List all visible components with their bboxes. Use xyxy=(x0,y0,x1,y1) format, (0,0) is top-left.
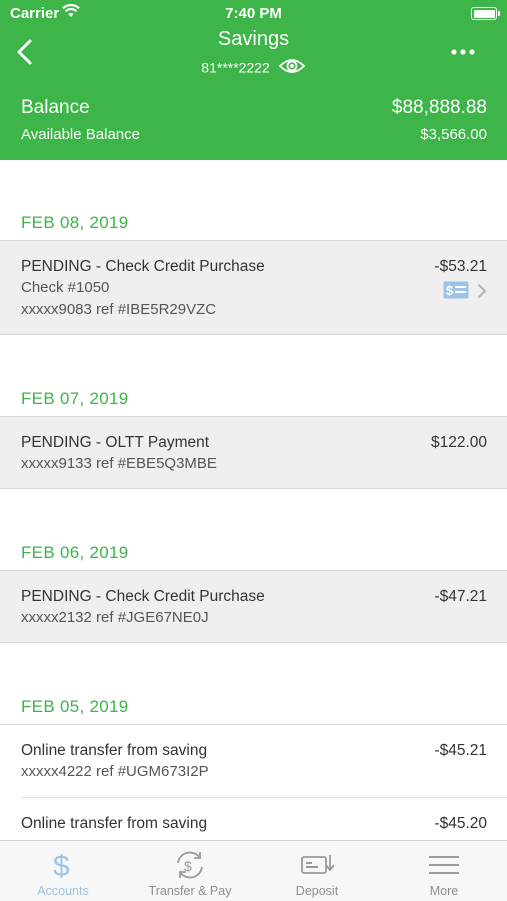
svg-text:$: $ xyxy=(53,850,70,881)
transaction-reference: xxxxx9133 ref #EBE5Q3MBE xyxy=(21,455,217,472)
account-header: Carrier 7:40 PM Savings 81****2222 Balan… xyxy=(0,0,507,160)
tab-accounts[interactable]: $ Accounts xyxy=(0,841,126,901)
svg-text:$: $ xyxy=(184,858,192,874)
page-title: Savings xyxy=(217,28,290,50)
tab-label: Accounts xyxy=(37,884,89,898)
date-header: FEB 08, 2019 xyxy=(21,213,129,232)
tab-more[interactable]: More xyxy=(381,841,507,901)
more-options-button[interactable] xyxy=(449,44,479,60)
status-bar: Carrier 7:40 PM xyxy=(0,0,507,26)
transaction-check-number: Check #1050 xyxy=(21,279,110,296)
transaction-reference: xxxxx2132 ref #JGE67NE0J xyxy=(21,609,209,626)
date-header: FEB 06, 2019 xyxy=(21,543,129,562)
transaction-amount: -$45.21 xyxy=(434,742,487,759)
transaction-description: PENDING - OLTT Payment xyxy=(21,434,210,451)
transaction-reference: xxxxx9083 ref #IBE5R29VZC xyxy=(21,301,217,318)
transaction-amount: -$45.20 xyxy=(434,815,487,832)
balance-value: $88,888.88 xyxy=(391,97,487,118)
transaction-reference: xxxxx4222 ref #UGM673I2P xyxy=(21,763,209,780)
available-balance-label: Available Balance xyxy=(21,126,140,143)
transaction-row[interactable]: Online transfer from saving -$45.20 xyxy=(0,798,507,840)
transaction-description: Online transfer from saving xyxy=(21,815,208,832)
available-balance-value: $3,566.00 xyxy=(420,126,487,143)
battery-icon xyxy=(471,7,500,20)
tab-label: Deposit xyxy=(295,884,339,898)
deposit-check-icon xyxy=(254,849,380,881)
transaction-row[interactable]: PENDING - Check Credit Purchase Check #1… xyxy=(0,240,507,335)
transaction-description: PENDING - Check Credit Purchase xyxy=(21,258,265,275)
transaction-description: PENDING - Check Credit Purchase xyxy=(21,588,265,605)
transaction-description: Online transfer from saving xyxy=(21,742,208,759)
tab-transfer-pay[interactable]: $ Transfer & Pay xyxy=(127,841,253,901)
svg-text:$: $ xyxy=(446,283,454,298)
transfer-icon: $ xyxy=(127,849,253,881)
transaction-row[interactable]: PENDING - Check Credit Purchase xxxxx213… xyxy=(0,570,507,643)
transaction-row[interactable]: PENDING - OLTT Payment xxxxx9133 ref #EB… xyxy=(0,416,507,489)
date-header: FEB 07, 2019 xyxy=(21,389,129,408)
transaction-amount: -$47.21 xyxy=(434,588,487,605)
transaction-amount: -$53.21 xyxy=(434,258,487,275)
check-image-icon[interactable]: $ xyxy=(443,281,469,304)
date-header: FEB 05, 2019 xyxy=(21,697,129,716)
dollar-icon: $ xyxy=(0,849,126,881)
transaction-row[interactable]: Online transfer from saving xxxxx4222 re… xyxy=(0,724,507,798)
eye-icon[interactable] xyxy=(278,57,306,78)
clock-label: 7:40 PM xyxy=(225,5,282,22)
tab-label: More xyxy=(429,884,459,898)
tab-deposit[interactable]: Deposit xyxy=(254,841,380,901)
chevron-right-icon xyxy=(477,283,487,304)
transaction-amount: $122.00 xyxy=(430,434,487,451)
account-number: 81****2222 xyxy=(201,59,270,76)
ellipsis-icon xyxy=(451,49,475,55)
tab-bar: $ Accounts $ Transfer & Pay Deposit More xyxy=(0,840,507,901)
account-number-row: 81****2222 xyxy=(0,57,507,78)
tab-label: Transfer & Pay xyxy=(148,884,232,898)
balance-label: Balance xyxy=(21,97,90,118)
menu-icon xyxy=(381,849,507,881)
